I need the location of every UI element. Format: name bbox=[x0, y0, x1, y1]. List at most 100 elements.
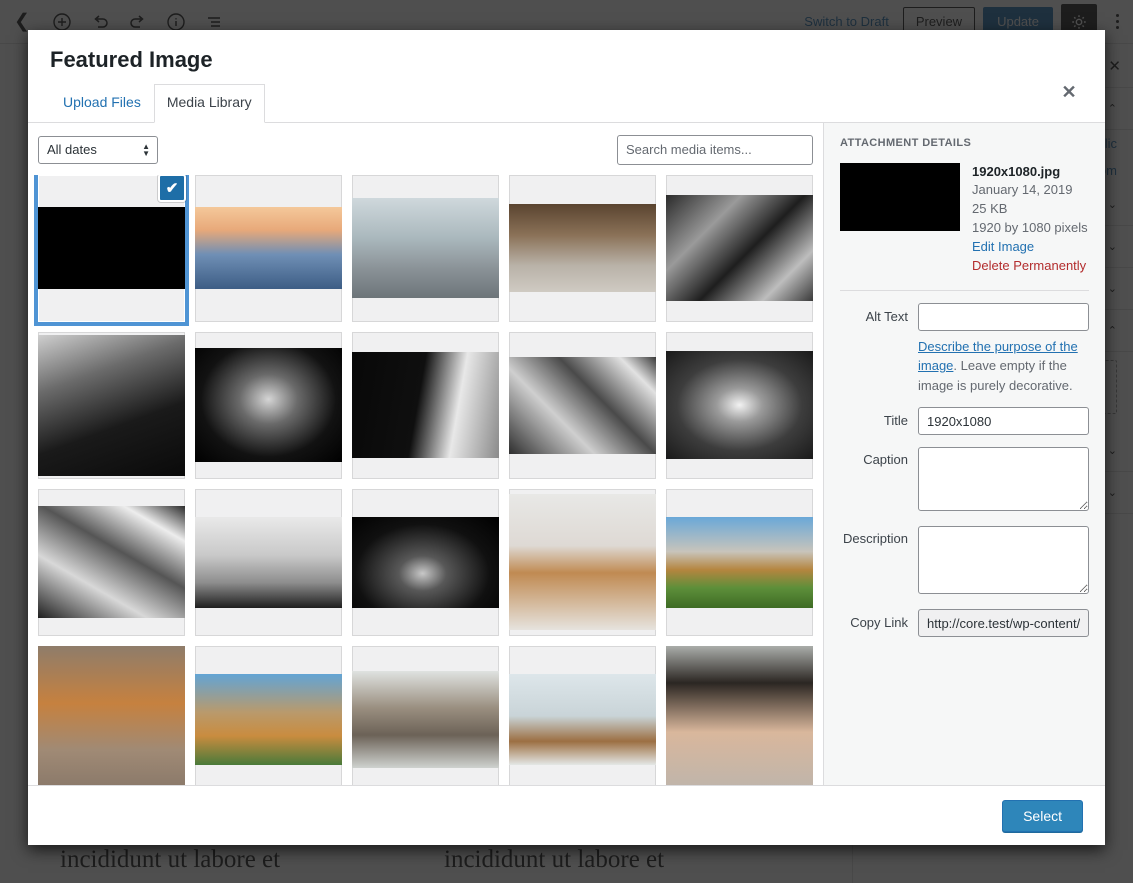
media-tile-corgi-profile-outdoors[interactable]: ✔ bbox=[195, 645, 342, 785]
attachment-details-heading: ATTACHMENT DETAILS bbox=[840, 136, 972, 149]
attachment-thumbnail[interactable] bbox=[840, 162, 960, 231]
media-thumbnail-corgi-profile-outdoors bbox=[195, 673, 342, 765]
tab-upload-files[interactable]: Upload Files bbox=[50, 84, 154, 123]
media-tile-black-placeholder[interactable]: ✔ bbox=[37, 174, 186, 323]
caption-label: Caption bbox=[863, 452, 908, 468]
media-thumbnail-person-platform-motion-bw bbox=[195, 516, 342, 608]
media-tile-inner bbox=[509, 175, 656, 322]
attachment-filesize: 25 KB bbox=[972, 201, 1008, 217]
media-tile-corgi-sitting-portrait[interactable]: ✔ bbox=[38, 645, 185, 785]
media-tile-inner bbox=[195, 332, 342, 479]
modal-footer: Select bbox=[28, 785, 1105, 845]
select-button[interactable]: Select bbox=[1002, 799, 1083, 832]
field-row-description: Description bbox=[840, 526, 1089, 597]
media-tile-office-meeting-people[interactable]: ✔ bbox=[352, 645, 499, 785]
media-thumbnail-vaulted-ceiling-bw bbox=[666, 195, 813, 301]
media-thumbnail-woman-portrait bbox=[666, 645, 813, 785]
description-textarea[interactable] bbox=[918, 526, 1089, 595]
media-thumbnail-tunnel-archway-bw bbox=[195, 347, 342, 463]
media-thumbnail-desk-workspace-monitor bbox=[509, 673, 656, 765]
checkmark-icon[interactable]: ✔ bbox=[158, 174, 186, 202]
attachment-dimensions: 1920 by 1080 pixels bbox=[972, 220, 1088, 236]
alt-text-label: Alt Text bbox=[865, 308, 908, 324]
featured-image-media-modal: ✕ Featured Image Upload Files Media Libr… bbox=[28, 30, 1105, 845]
caption-textarea[interactable] bbox=[918, 447, 1089, 512]
media-thumbnail-rail-tracks-bw bbox=[38, 506, 185, 618]
media-tile-inner bbox=[38, 489, 185, 636]
media-tile-inner bbox=[509, 489, 656, 636]
media-tile-inner bbox=[666, 645, 813, 785]
media-tile-train-window-light-bw[interactable]: ✔ bbox=[352, 331, 499, 479]
media-toolbar: All dates ▲ ▼ bbox=[28, 122, 823, 175]
attachment-summary: 1920x1080.jpg January 14, 2019 25 KB 192… bbox=[840, 162, 1089, 276]
field-row-copy-link: Copy Link bbox=[840, 609, 1089, 638]
media-tile-desk-workspace-monitor[interactable]: ✔ bbox=[509, 645, 656, 785]
alt-text-input[interactable] bbox=[918, 302, 1089, 331]
alt-text-help: Describe the purpose of the image. Leave… bbox=[918, 337, 1089, 396]
media-tile-inner bbox=[509, 332, 656, 479]
copy-link-input[interactable] bbox=[918, 609, 1089, 638]
media-tile-airport-terminal-luggage[interactable]: ✔ bbox=[352, 174, 499, 322]
media-tile-inner bbox=[195, 646, 342, 785]
close-icon[interactable]: ✕ bbox=[1049, 72, 1089, 112]
media-thumbnail-tunnel-perspective-bw bbox=[666, 350, 813, 460]
media-tile-terminal-interior-warm[interactable]: ✔ bbox=[509, 174, 656, 322]
media-grid-scroll[interactable]: ✔✔✔✔✔✔✔✔✔✔✔✔✔✔✔✔✔✔✔✔✔✔✔✔✔ bbox=[28, 174, 823, 785]
media-tile-subway-platform-bw[interactable]: ✔ bbox=[38, 331, 185, 479]
media-tile-rail-tracks-bw[interactable]: ✔ bbox=[38, 488, 185, 636]
media-thumbnail-terminal-interior-warm bbox=[509, 204, 656, 293]
caption-control bbox=[918, 447, 1089, 514]
title-label: Title bbox=[883, 413, 908, 429]
edit-image-link[interactable]: Edit Image bbox=[972, 238, 1088, 257]
media-tile-inner bbox=[352, 646, 499, 785]
media-thumbnail-subway-platform-bw bbox=[38, 334, 185, 476]
media-thumbnail-station-arch-night-bw bbox=[352, 516, 499, 608]
tab-media-library[interactable]: Media Library bbox=[153, 84, 265, 123]
media-tile-inner bbox=[352, 175, 499, 322]
media-grid: ✔✔✔✔✔✔✔✔✔✔✔✔✔✔✔✔✔✔✔✔✔✔✔✔✔ bbox=[37, 174, 813, 785]
delete-permanently-link[interactable]: Delete Permanently bbox=[972, 257, 1088, 276]
media-thumbnail-corgi-running-grass bbox=[666, 516, 813, 608]
attachment-details-pane: ATTACHMENT DETAILS 1920x1080.jpg January… bbox=[824, 122, 1105, 785]
media-tile-inner bbox=[666, 175, 813, 322]
media-library-pane: All dates ▲▼ ✔✔✔✔✔✔✔✔✔✔✔✔✔✔✔✔✔✔✔✔✔✔✔✔✔ bbox=[28, 122, 824, 785]
media-tile-vaulted-ceiling-bw[interactable]: ✔ bbox=[666, 174, 813, 322]
media-tile-person-platform-motion-bw[interactable]: ✔ bbox=[195, 488, 342, 636]
media-tile-airplane-wing-sunset[interactable]: ✔ bbox=[195, 174, 342, 322]
media-thumbnail-office-meeting-people bbox=[352, 670, 499, 768]
attachment-date: January 14, 2019 bbox=[972, 182, 1073, 198]
details-divider bbox=[840, 289, 1089, 291]
media-tile-corgi-on-snow[interactable]: ✔ bbox=[509, 488, 656, 636]
media-tile-inner bbox=[509, 646, 656, 785]
media-tile-corgi-running-grass[interactable]: ✔ bbox=[666, 488, 813, 636]
date-filter-wrapper: All dates ▲ ▼ bbox=[38, 135, 158, 164]
media-tile-tunnel-perspective-bw[interactable]: ✔ bbox=[666, 331, 813, 479]
media-tile-tunnel-archway-bw[interactable]: ✔ bbox=[195, 331, 342, 479]
description-control bbox=[918, 526, 1089, 597]
attachment-filename: 1920x1080.jpg bbox=[972, 163, 1061, 179]
field-row-title: Title bbox=[840, 407, 1089, 436]
media-tile-woman-portrait[interactable]: ✔ bbox=[666, 645, 813, 785]
title-input[interactable] bbox=[918, 407, 1089, 436]
media-tile-station-arch-night-bw[interactable]: ✔ bbox=[352, 488, 499, 636]
media-tile-inner bbox=[38, 645, 185, 785]
media-thumbnail-airport-terminal-luggage bbox=[352, 198, 499, 299]
copy-link-control bbox=[918, 609, 1089, 638]
media-tile-inner bbox=[195, 489, 342, 636]
media-thumbnail-train-window-light-bw bbox=[352, 352, 499, 458]
media-thumbnail-corgi-on-snow bbox=[509, 494, 656, 630]
media-tile-inner bbox=[666, 332, 813, 479]
modal-tablist: Upload Files Media Library bbox=[28, 75, 1105, 123]
copy-link-label: Copy Link bbox=[850, 615, 908, 631]
media-tile-inner bbox=[38, 332, 185, 479]
media-tile-inner bbox=[352, 489, 499, 636]
field-row-alt-text: Alt Text Describe the purpose of the ima… bbox=[840, 302, 1089, 396]
media-thumbnail-black-placeholder bbox=[38, 206, 185, 290]
media-tile-escalator-structure-bw[interactable]: ✔ bbox=[509, 331, 656, 479]
date-filter-select[interactable]: All dates bbox=[38, 135, 158, 164]
media-thumbnail-corgi-sitting-portrait bbox=[38, 645, 185, 785]
attachment-meta: 1920x1080.jpg January 14, 2019 25 KB 192… bbox=[972, 163, 1088, 276]
search-input[interactable] bbox=[617, 134, 813, 165]
media-tile-inner bbox=[195, 175, 342, 322]
description-label: Description bbox=[842, 531, 908, 547]
